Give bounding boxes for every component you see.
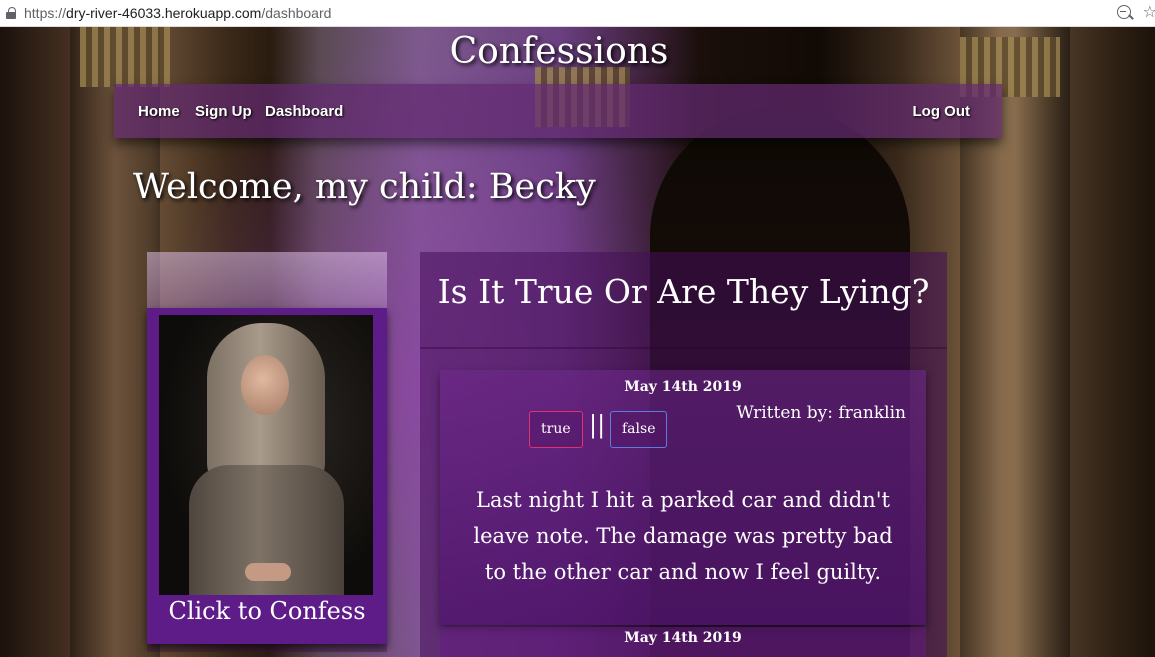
lock-icon [6,7,16,19]
portrait-face [241,355,289,415]
post-date: May 14th 2019 [624,630,742,646]
portrait-hands [245,563,291,581]
zoom-icon[interactable] [1117,5,1131,19]
browser-address-bar[interactable]: https:// dry-river-46033.herokuapp.com /… [0,0,1155,27]
confession-post: May 14th 2019 Written by: franklin true … [440,370,926,625]
nav-signup-link[interactable]: Sign Up [195,103,252,120]
site-title: Confessions [449,31,669,72]
click-to-confess-link[interactable]: Click to Confess [147,597,387,625]
post-author: Written by: franklin [736,403,906,423]
vote-true-button[interactable]: true [529,411,583,448]
post-date: May 14th 2019 [624,379,742,395]
bookmark-star-icon[interactable]: ☆ [1143,2,1155,21]
page-background: Confessions Home Sign Up Dashboard Log O… [0,27,1155,657]
nav-dashboard-link[interactable]: Dashboard [265,103,343,120]
feed-title: Is It True Or Are They Lying? [437,272,930,311]
nun-portrait-image[interactable] [159,315,373,595]
vote-false-button[interactable]: false [610,411,668,448]
welcome-heading: Welcome, my child: Becky [133,167,596,207]
url-protocol: https:// [24,5,67,21]
url-host: dry-river-46033.herokuapp.com [66,5,262,21]
nav-home-link[interactable]: Home [138,103,180,120]
url-path: /dashboard [261,5,332,21]
navbar: Home Sign Up Dashboard Log Out [114,84,1002,138]
post-body: Last night I hit a parked car and didn't… [473,488,893,584]
confess-card[interactable]: Click to Confess [147,252,387,652]
nav-logout-link[interactable]: Log Out [913,103,970,120]
feed-divider [420,347,947,349]
confession-feed: Is It True Or Are They Lying? May 14th 2… [420,252,947,657]
vote-separator: || [589,411,606,439]
confess-frame[interactable]: Click to Confess [147,308,387,644]
